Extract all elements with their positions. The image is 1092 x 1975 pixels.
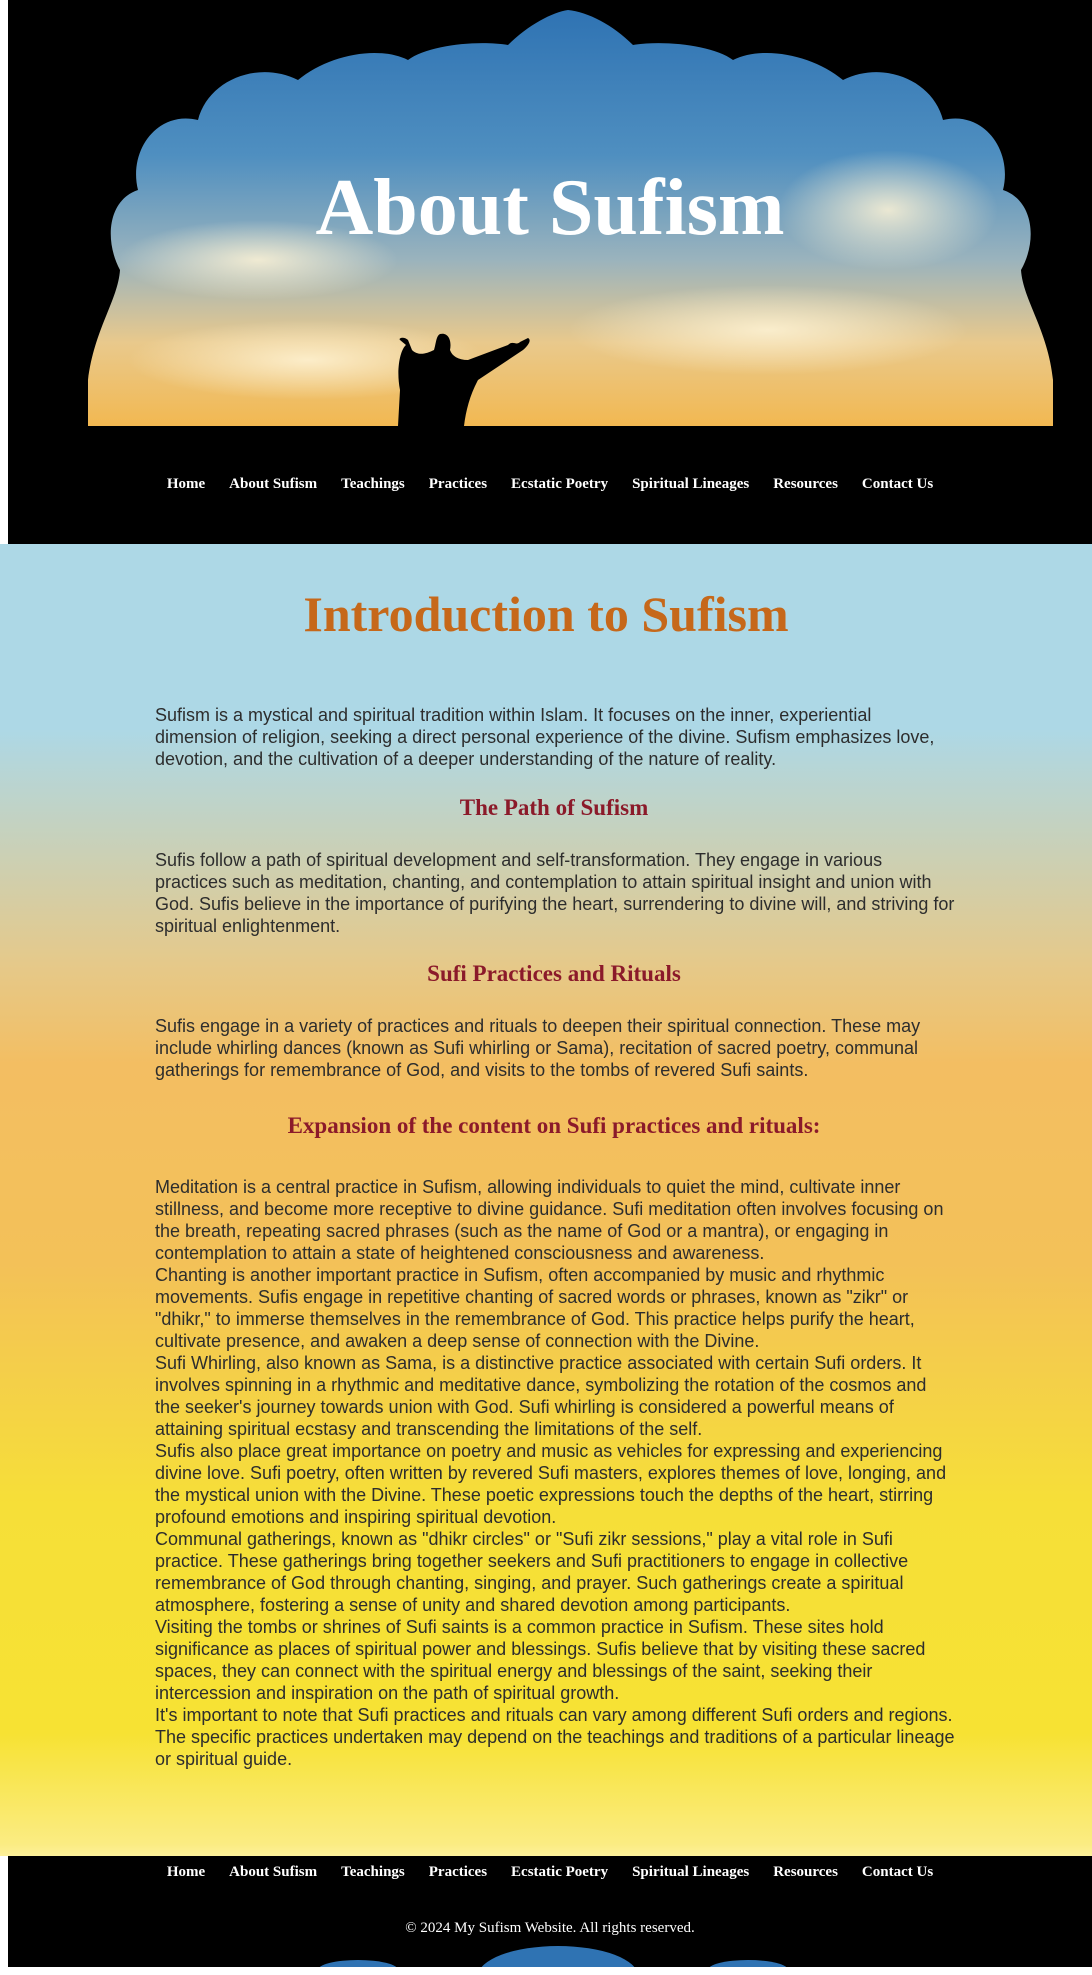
nav-about-sufism[interactable]: About Sufism — [217, 472, 329, 497]
expansion-paragraph-chanting: Chanting is another important practice i… — [155, 1265, 915, 1351]
expansion-paragraph-poetry: Sufis also place great importance on poe… — [155, 1441, 947, 1527]
footer-nav: Home About Sufism Teachings Practices Ec… — [8, 1860, 1092, 1885]
hero-title: About Sufism — [315, 164, 785, 252]
footer-nav-home[interactable]: Home — [155, 1860, 217, 1885]
nav-ecstatic-poetry[interactable]: Ecstatic Poetry — [499, 472, 620, 497]
nav-practices[interactable]: Practices — [417, 472, 499, 497]
footer-nav-resources[interactable]: Resources — [761, 1860, 850, 1885]
expansion-paragraph-meditation: Meditation is a central practice in Sufi… — [155, 1177, 944, 1263]
footer-nav-practices[interactable]: Practices — [417, 1860, 499, 1885]
nav-home[interactable]: Home — [155, 472, 217, 497]
expansion-heading: Expansion of the content on Sufi practic… — [287, 1113, 821, 1138]
expansion-paragraph-whirling: Sufi Whirling, also known as Sama, is a … — [155, 1353, 927, 1439]
footer-nav-contact-us[interactable]: Contact Us — [850, 1860, 945, 1885]
footer-nav-spiritual-lineages[interactable]: Spiritual Lineages — [620, 1860, 761, 1885]
intro-paragraph: Sufism is a mystical and spiritual tradi… — [155, 705, 935, 769]
footer-nav-about-sufism[interactable]: About Sufism — [217, 1860, 329, 1885]
nav-contact-us[interactable]: Contact Us — [850, 472, 945, 497]
copyright-text: © 2024 My Sufism Website. All rights res… — [405, 1920, 695, 1936]
expansion-paragraph-gatherings: Communal gatherings, known as "dhikr cir… — [155, 1529, 909, 1615]
expansion-paragraph-note: It's important to note that Sufi practic… — [155, 1705, 955, 1769]
hero-banner: About Sufism — [8, 0, 1092, 426]
site-footer: Home About Sufism Teachings Practices Ec… — [8, 1856, 1092, 1967]
page-title: Introduction to Sufism — [303, 586, 789, 642]
nav-teachings[interactable]: Teachings — [329, 472, 417, 497]
site-header: About Sufism Home About Sufism Teachings… — [8, 0, 1092, 544]
path-heading: The Path of Sufism — [459, 795, 649, 820]
nav-resources[interactable]: Resources — [761, 472, 850, 497]
nav-spiritual-lineages[interactable]: Spiritual Lineages — [620, 472, 761, 497]
main-nav: Home About Sufism Teachings Practices Ec… — [8, 472, 1092, 497]
main-content: Introduction to Sufism Sufism is a mysti… — [0, 544, 1092, 1856]
expansion-paragraph-shrines: Visiting the tombs or shrines of Sufi sa… — [155, 1617, 926, 1703]
practices-heading: Sufi Practices and Rituals — [427, 961, 681, 986]
practices-paragraph: Sufis engage in a variety of practices a… — [155, 1016, 921, 1080]
path-paragraph: Sufis follow a path of spiritual develop… — [155, 850, 955, 936]
footer-nav-teachings[interactable]: Teachings — [329, 1860, 417, 1885]
footer-nav-ecstatic-poetry[interactable]: Ecstatic Poetry — [499, 1860, 620, 1885]
